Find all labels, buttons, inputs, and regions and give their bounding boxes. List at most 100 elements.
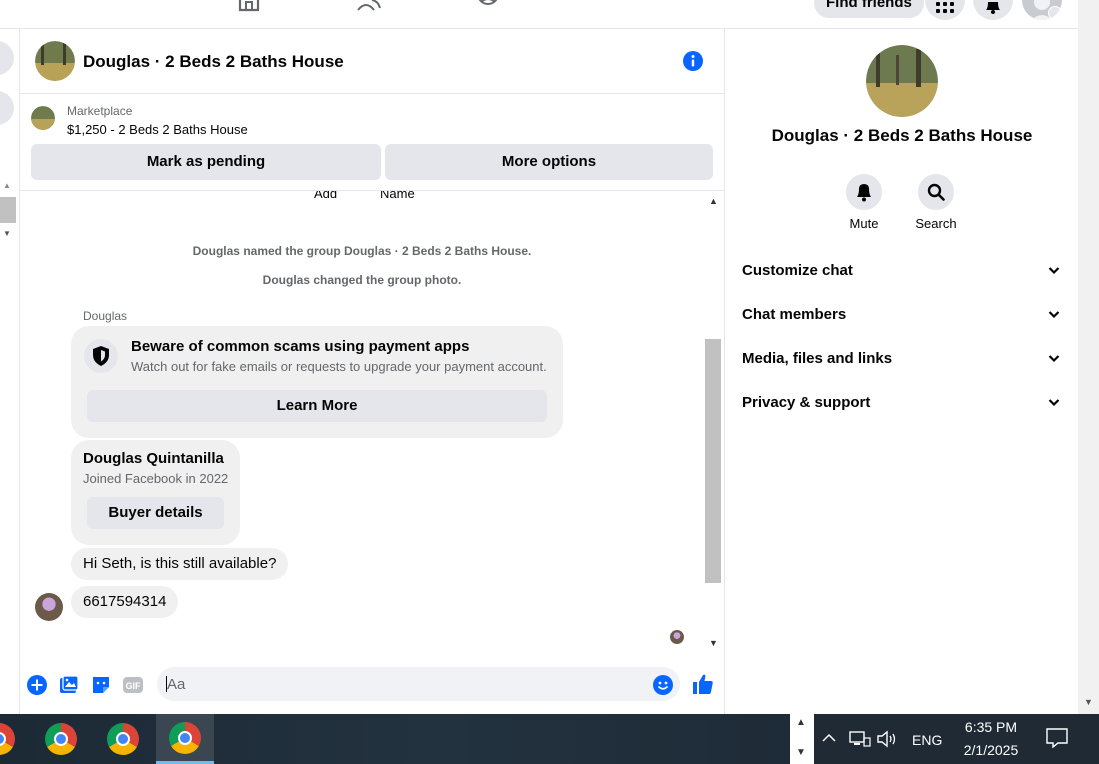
home-icon[interactable] <box>237 0 261 12</box>
input-language[interactable]: ENG <box>912 732 942 748</box>
section-label: Chat members <box>742 306 847 323</box>
scroll-up-arrow-icon[interactable]: ▲ <box>796 717 806 728</box>
sticker-icon[interactable] <box>91 675 111 695</box>
scroll-down-arrow-icon[interactable]: ▼ <box>1084 697 1093 707</box>
buyer-info-card: Douglas Quintanilla Joined Facebook in 2… <box>71 440 240 545</box>
search-button[interactable] <box>918 174 954 210</box>
scroll-down-arrow-icon[interactable]: ▼ <box>796 747 806 758</box>
volume-icon[interactable] <box>877 730 899 748</box>
shield-icon-wrapper <box>84 339 118 373</box>
learn-more-button[interactable]: Learn More <box>87 390 547 422</box>
chrome-icon <box>107 723 139 755</box>
clock-time[interactable]: 6:35 PM <box>963 719 1019 735</box>
windows-taskbar: ▲ ▼ ENG 6:35 PM 2/1/2025 <box>0 714 1099 764</box>
scroll-down-arrow-icon[interactable]: ▼ <box>3 229 11 238</box>
privacy-support-section[interactable]: Privacy & support <box>726 381 1078 425</box>
chat-list-scrollbar-thumb[interactable] <box>0 197 16 223</box>
buyer-details-button[interactable]: Buyer details <box>87 497 224 529</box>
message-input[interactable] <box>157 667 680 701</box>
chrome-icon <box>45 723 77 755</box>
group-photo[interactable] <box>35 41 75 81</box>
system-message: Douglas changed the group photo. <box>262 273 462 287</box>
system-message: Douglas named the group Douglas · 2 Beds… <box>192 244 532 258</box>
listing-photo[interactable] <box>31 106 55 130</box>
network-icon[interactable] <box>849 730 871 748</box>
info-icon[interactable] <box>683 51 703 71</box>
scam-warning-title: Beware of common scams using payment app… <box>131 338 470 355</box>
top-navigation-bar: Find friends <box>0 0 1078 29</box>
scroll-down-arrow-icon[interactable]: ▼ <box>709 638 718 648</box>
chat-list-avatar[interactable] <box>0 91 14 125</box>
shield-icon <box>93 346 109 366</box>
mute-action[interactable]: Mute <box>829 174 899 231</box>
chat-list-avatar[interactable] <box>0 41 14 75</box>
conversation-details-panel: Douglas · 2 Beds 2 Baths House Mute Sear… <box>726 29 1078 714</box>
section-label: Media, files and links <box>742 350 893 367</box>
scroll-up-arrow-icon[interactable]: ▲ <box>709 196 718 206</box>
marketplace-listing-bar: Marketplace $1,250 - 2 Beds 2 Baths Hous… <box>20 95 725 190</box>
more-options-button[interactable]: More options <box>385 144 713 180</box>
buyer-joined-date: Joined Facebook in 2022 <box>83 471 229 486</box>
thumbs-up-icon[interactable] <box>692 673 714 695</box>
taskbar-chrome-app[interactable] <box>94 714 152 764</box>
customize-chat-section[interactable]: Customize chat <box>726 249 1078 293</box>
gif-icon[interactable]: GIF <box>123 675 143 695</box>
mark-as-pending-button[interactable]: Mark as pending <box>31 144 381 180</box>
mute-button[interactable] <box>846 174 882 210</box>
section-label: Customize chat <box>742 262 853 279</box>
message-bubble[interactable]: Hi Seth, is this still available? <box>71 548 289 580</box>
emoji-icon[interactable] <box>653 675 673 695</box>
clock-date[interactable]: 2/1/2025 <box>958 742 1024 758</box>
message-list-scrollbar[interactable]: ▲ ▼ <box>704 191 722 655</box>
conversation-header: Douglas · 2 Beds 2 Baths House <box>20 29 725 94</box>
search-action[interactable]: Search <box>901 174 971 231</box>
message-bubble[interactable]: 6617594314 <box>71 586 179 618</box>
message-composer: GIF <box>20 655 725 714</box>
system-tray: ENG 6:35 PM 2/1/2025 <box>815 714 1099 764</box>
sender-name: Douglas <box>83 309 128 323</box>
text-caret <box>166 676 167 692</box>
plus-circle-icon[interactable] <box>27 675 47 695</box>
gif-label: GIF <box>126 681 142 691</box>
grid-menu-icon <box>936 2 954 13</box>
friends-icon[interactable] <box>357 0 381 12</box>
scroll-up-arrow-icon[interactable]: ▲ <box>3 181 11 190</box>
group-photo-large[interactable] <box>866 45 938 117</box>
chevron-down-icon <box>1048 267 1060 275</box>
truncated-name-label: Name <box>380 190 415 201</box>
chevron-down-icon <box>1048 6 1062 20</box>
media-files-links-section[interactable]: Media, files and links <box>726 337 1078 381</box>
search-label: Search <box>915 216 957 231</box>
notification-center-icon[interactable] <box>1046 728 1068 748</box>
scam-warning-card: Beware of common scams using payment app… <box>71 326 563 438</box>
message-list[interactable]: Add Name Douglas named the group Douglas… <box>20 190 725 655</box>
chrome-icon <box>169 721 201 754</box>
taskbar-chrome-app[interactable] <box>32 714 90 764</box>
groups-icon[interactable] <box>476 0 500 12</box>
taskbar-chrome-app-active[interactable] <box>156 714 214 764</box>
seen-receipt-avatar <box>670 630 684 644</box>
profile-avatar-button[interactable] <box>1022 0 1062 20</box>
chat-list-sliver: ▲ ▼ <box>0 29 20 714</box>
chevron-down-icon <box>1048 311 1060 319</box>
mute-label: Mute <box>849 216 879 231</box>
sender-avatar[interactable] <box>35 593 63 621</box>
chevron-down-icon <box>1048 355 1060 363</box>
photo-attach-icon[interactable] <box>59 675 79 695</box>
section-label: Privacy & support <box>742 394 871 411</box>
menu-button[interactable] <box>925 0 965 20</box>
taskbar-scroll[interactable]: ▲ ▼ <box>790 714 814 764</box>
truncated-add-label: Add <box>314 190 338 201</box>
chat-members-section[interactable]: Chat members <box>726 293 1078 337</box>
taskbar-chrome-app[interactable] <box>0 714 28 764</box>
buyer-name: Douglas Quintanilla <box>83 450 224 467</box>
scrollbar-thumb[interactable] <box>705 339 721 583</box>
conversation-panel: Douglas · 2 Beds 2 Baths House Marketpla… <box>20 29 725 714</box>
find-friends-button[interactable]: Find friends <box>814 0 924 18</box>
page-scrollbar[interactable]: ▼ <box>1078 0 1099 714</box>
notifications-button[interactable] <box>973 0 1013 20</box>
scam-warning-subtitle: Watch out for fake emails or requests to… <box>131 359 547 374</box>
listing-price-title[interactable]: $1,250 - 2 Beds 2 Baths House <box>67 122 248 137</box>
chevron-up-icon[interactable] <box>821 731 837 745</box>
chevron-down-icon <box>1048 399 1060 407</box>
